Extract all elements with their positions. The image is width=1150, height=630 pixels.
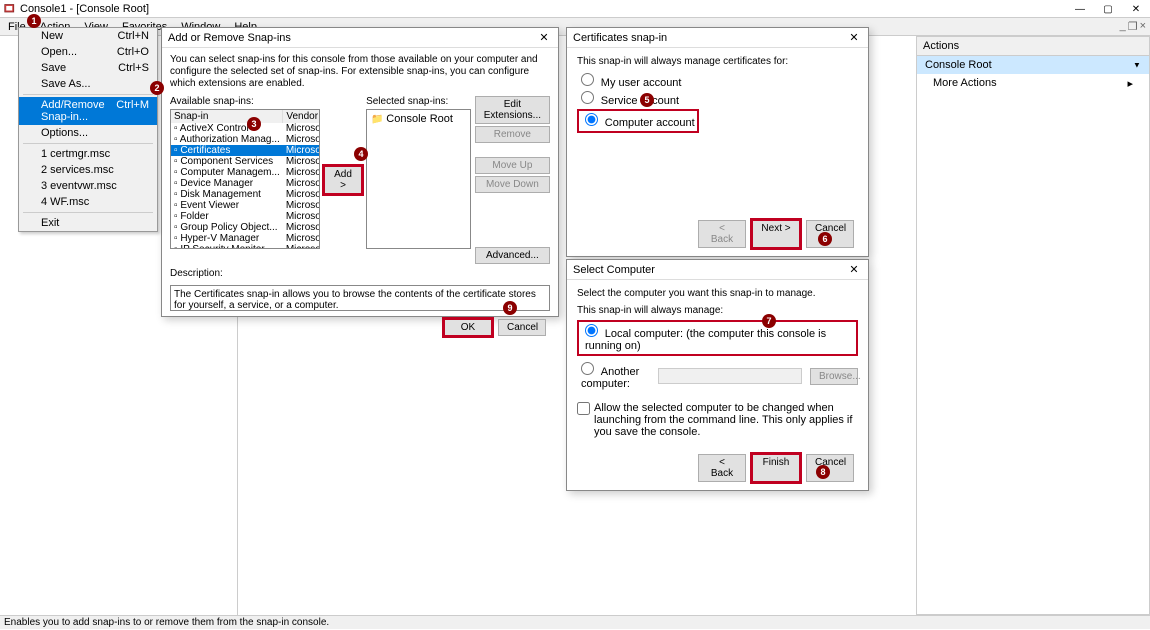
actions-header: Actions bbox=[917, 37, 1149, 56]
available-snapins-list[interactable]: Snap-inVendor ▫ ActiveX ControlMicrosoft… bbox=[170, 109, 320, 249]
file-saveas[interactable]: Save As... bbox=[19, 76, 157, 92]
mdi-controls: _ ❐ × bbox=[1120, 20, 1146, 33]
minimize-button[interactable]: — bbox=[1066, 0, 1094, 18]
move-up-button[interactable]: Move Up bbox=[475, 157, 550, 174]
snapin-row[interactable]: ▫ Event ViewerMicrosoft Cor... bbox=[171, 200, 320, 211]
actions-pane: Actions Console Root ▲ More Actions ▸ bbox=[916, 36, 1150, 615]
comp-heading: Select the computer you want this snap-i… bbox=[577, 288, 858, 299]
badge-9: 9 bbox=[503, 301, 517, 315]
advanced-button[interactable]: Advanced... bbox=[475, 247, 550, 264]
ok-button[interactable]: OK bbox=[444, 319, 492, 336]
close-icon[interactable]: ✕ bbox=[846, 263, 862, 276]
certificates-snapin-dialog: Certificates snap-in ✕ This snap-in will… bbox=[566, 27, 869, 257]
cancel-button[interactable]: Cancel bbox=[498, 319, 546, 336]
remove-button[interactable]: Remove bbox=[475, 126, 550, 143]
collapse-icon[interactable]: ▲ bbox=[1133, 61, 1141, 70]
back-button[interactable]: < Back bbox=[698, 220, 746, 248]
description-text: The Certificates snap-in allows you to b… bbox=[170, 285, 550, 311]
next-button[interactable]: Next > bbox=[752, 220, 800, 248]
snapin-row[interactable]: ▫ FolderMicrosoft Cor... bbox=[171, 211, 320, 222]
more-actions[interactable]: More Actions ▸ bbox=[917, 74, 1149, 92]
mmc-icon bbox=[4, 3, 16, 15]
cancel-button[interactable]: Cancel bbox=[806, 454, 854, 482]
dialog-title: Certificates snap-in bbox=[573, 32, 667, 44]
badge-3: 3 bbox=[247, 117, 261, 131]
comp-subheading: This snap-in will always manage: bbox=[577, 305, 858, 316]
file-new[interactable]: NewCtrl+N bbox=[19, 28, 157, 44]
window-title: Console1 - [Console Root] bbox=[20, 3, 149, 15]
close-icon[interactable]: ✕ bbox=[536, 31, 552, 44]
badge-6: 6 bbox=[818, 232, 832, 246]
titlebar: Console1 - [Console Root] — ▢ ✕ bbox=[0, 0, 1150, 18]
file-recent-3[interactable]: 3 eventvwr.msc bbox=[19, 178, 157, 194]
file-addremove[interactable]: Add/Remove Snap-in...Ctrl+M bbox=[19, 97, 157, 125]
file-open[interactable]: Open...Ctrl+O bbox=[19, 44, 157, 60]
file-save[interactable]: SaveCtrl+S bbox=[19, 60, 157, 76]
add-remove-dialog: Add or Remove Snap-ins ✕ You can select … bbox=[161, 27, 559, 317]
dialog-intro: You can select snap-ins for this console… bbox=[170, 54, 550, 90]
mdi-restore-icon[interactable]: ❐ bbox=[1128, 20, 1138, 33]
add-button[interactable]: Add > bbox=[324, 166, 362, 194]
close-button[interactable]: ✕ bbox=[1122, 0, 1150, 18]
available-label: Available snap-ins: bbox=[170, 96, 320, 107]
radio-computer-account[interactable]: Computer account bbox=[581, 113, 695, 129]
snapin-row[interactable]: ▫ Disk ManagementMicrosoft and... bbox=[171, 189, 320, 200]
dialog-title: Select Computer bbox=[573, 264, 655, 276]
description-label: Description: bbox=[170, 268, 550, 279]
allow-change-checkbox[interactable] bbox=[577, 402, 590, 415]
file-exit[interactable]: Exit bbox=[19, 215, 157, 231]
statusbar: Enables you to add snap-ins to or remove… bbox=[0, 615, 1150, 629]
radio-user-account[interactable]: My user account bbox=[577, 73, 858, 89]
maximize-button[interactable]: ▢ bbox=[1094, 0, 1122, 18]
radio-service-account[interactable]: Service account bbox=[577, 91, 858, 107]
actions-root[interactable]: Console Root ▲ bbox=[917, 56, 1149, 74]
select-computer-dialog: Select Computer ✕ Select the computer yo… bbox=[566, 259, 869, 491]
selected-snapins-tree[interactable]: 📁 Console Root bbox=[366, 109, 471, 249]
snapin-row[interactable]: ▫ Hyper-V ManagerMicrosoft Cor... bbox=[171, 233, 320, 244]
close-icon[interactable]: ✕ bbox=[846, 31, 862, 44]
file-recent-2[interactable]: 2 services.msc bbox=[19, 162, 157, 178]
cert-heading: This snap-in will always manage certific… bbox=[577, 56, 858, 67]
badge-2: 2 bbox=[150, 81, 164, 95]
allow-change-label: Allow the selected computer to be change… bbox=[594, 402, 858, 438]
file-menu-dropdown: NewCtrl+N Open...Ctrl+O SaveCtrl+S Save … bbox=[18, 27, 158, 232]
browse-button[interactable]: Browse... bbox=[810, 368, 858, 385]
mdi-minimize-icon[interactable]: _ bbox=[1120, 20, 1126, 33]
snapin-row[interactable]: ▫ ActiveX ControlMicrosoft Cor... bbox=[171, 123, 320, 134]
back-button[interactable]: < Back bbox=[698, 454, 746, 482]
selected-label: Selected snap-ins: bbox=[366, 96, 471, 107]
snapin-row[interactable]: ▫ Group Policy Object...Microsoft Cor... bbox=[171, 222, 320, 233]
finish-button[interactable]: Finish bbox=[752, 454, 800, 482]
badge-4: 4 bbox=[354, 147, 368, 161]
snapin-row[interactable]: ▫ IP Security MonitorMicrosoft Cor... bbox=[171, 244, 320, 249]
another-computer-input[interactable] bbox=[658, 368, 802, 384]
snapin-row[interactable]: ▫ Authorization Manag...Microsoft Cor... bbox=[171, 134, 320, 145]
radio-local-computer[interactable]: Local computer: (the computer this conso… bbox=[581, 324, 854, 352]
edit-extensions-button[interactable]: Edit Extensions... bbox=[475, 96, 550, 124]
dialog-title: Add or Remove Snap-ins bbox=[168, 32, 291, 44]
snapin-row[interactable]: ▫ CertificatesMicrosoft Cor... bbox=[171, 145, 320, 156]
badge-7: 7 bbox=[762, 314, 776, 328]
mdi-close-icon[interactable]: × bbox=[1140, 20, 1146, 33]
snapin-row[interactable]: ▫ Computer Managem...Microsoft Cor... bbox=[171, 167, 320, 178]
move-down-button[interactable]: Move Down bbox=[475, 176, 550, 193]
file-options[interactable]: Options... bbox=[19, 125, 157, 141]
file-recent-4[interactable]: 4 WF.msc bbox=[19, 194, 157, 210]
snapin-row[interactable]: ▫ Device ManagerMicrosoft Cor... bbox=[171, 178, 320, 189]
radio-another-computer[interactable]: Another computer: bbox=[577, 362, 654, 390]
badge-8: 8 bbox=[816, 465, 830, 479]
console-root-node[interactable]: 📁 Console Root bbox=[369, 112, 468, 126]
file-recent-1[interactable]: 1 certmgr.msc bbox=[19, 146, 157, 162]
snapin-row[interactable]: ▫ Component ServicesMicrosoft Cor... bbox=[171, 156, 320, 167]
badge-5: 5 bbox=[640, 93, 654, 107]
badge-1: 1 bbox=[27, 14, 41, 28]
